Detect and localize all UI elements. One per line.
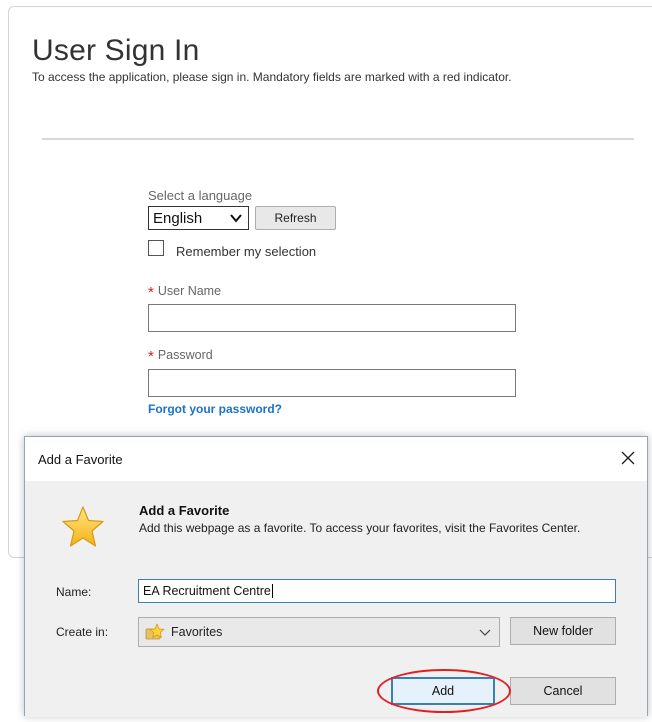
password-input[interactable] [148,369,516,397]
required-indicator: * [148,348,154,365]
favorite-name-value: EA Recruitment Centre [143,584,271,598]
divider [42,138,634,140]
star-icon [62,506,104,547]
page-title: User Sign In [32,34,200,67]
username-label-text: User Name [157,284,222,298]
dialog-description: Add this webpage as a favorite. To acces… [139,521,581,535]
chevron-down-icon [479,629,491,636]
text-caret [271,584,273,598]
dialog-titlebar: Add a Favorite [25,437,647,481]
new-folder-button[interactable]: New folder [510,617,616,645]
dialog-body: Add a Favorite Add this webpage as a fav… [25,481,647,717]
remember-selection-label: Remember my selection [176,244,317,259]
signin-intro-text: To access the application, please sign i… [32,70,512,84]
username-label: * User Name [148,284,221,301]
language-select[interactable]: English [148,206,249,230]
dialog-window-title: Add a Favorite [38,452,123,467]
refresh-button[interactable]: Refresh [255,206,336,230]
language-label: Select a language [148,188,253,203]
favorites-star-icon [145,623,165,640]
create-in-label: Create in: [56,625,109,639]
chevron-down-icon [230,214,242,223]
forgot-password-link[interactable]: Forgot your password? [148,402,282,416]
create-in-select[interactable]: Favorites [138,617,500,647]
password-label-text: Password [157,348,213,362]
password-label: * Password [148,348,213,365]
add-button[interactable]: Add [391,677,495,705]
favorite-name-input[interactable]: EA Recruitment Centre [138,579,616,603]
name-label: Name: [56,585,92,599]
language-select-value: English [153,209,203,227]
close-button[interactable] [615,445,641,471]
required-indicator: * [148,284,154,301]
username-input[interactable] [148,304,516,332]
create-in-value: Favorites [171,625,223,639]
close-icon [621,451,635,465]
remember-selection-checkbox[interactable] [148,240,164,256]
dialog-heading: Add a Favorite [139,503,230,518]
add-favorite-dialog: Add a Favorite Add a Favorite Add this w… [24,436,648,717]
cancel-button[interactable]: Cancel [510,677,616,705]
